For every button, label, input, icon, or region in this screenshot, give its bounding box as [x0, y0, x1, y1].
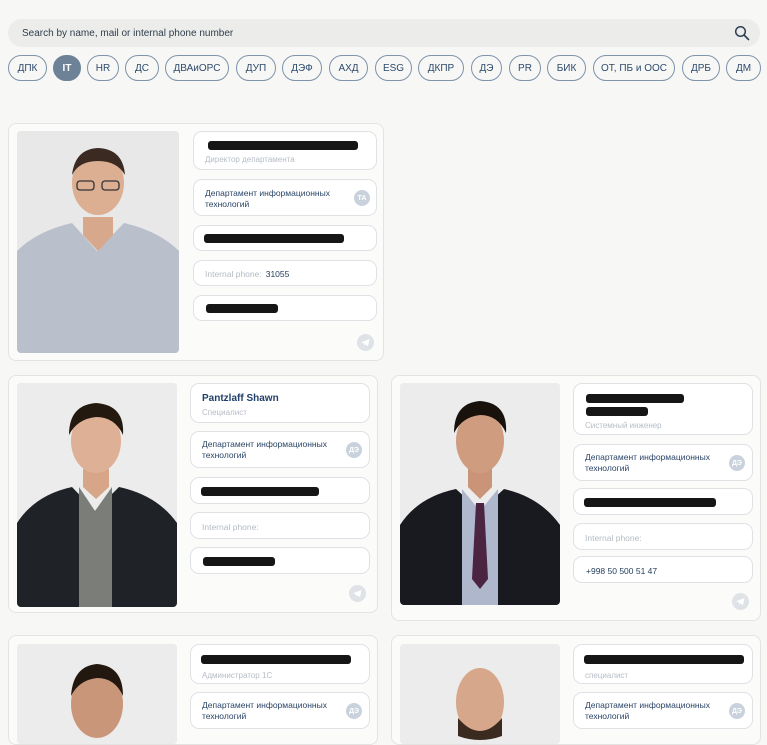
filter-chip-ot-pb-oos[interactable]: ОТ, ПБ и ООС: [593, 55, 675, 81]
email-field[interactable]: [573, 488, 753, 515]
telegram-icon[interactable]: [349, 585, 366, 602]
person-photo-icon: [400, 644, 560, 744]
filter-chip-pr[interactable]: PR: [509, 55, 541, 81]
filter-chip-it[interactable]: IT: [53, 55, 81, 81]
department-filter-bar: ДПК IT HR ДС ДВАиОРС ДУП ДЭФ АХД ESG ДКП…: [8, 55, 764, 82]
department-label: Департамент информационных технологий: [585, 452, 710, 473]
internal-phone-row: Internal phone: 31055: [205, 269, 289, 279]
employee-card: Pantzlaff Shawn Специалист Департамент и…: [8, 375, 378, 613]
department-badge: ДЭ: [729, 703, 745, 719]
filter-chip-esg[interactable]: ESG: [375, 55, 412, 81]
name-field: Администратор 1С: [190, 644, 370, 684]
position-label: Администратор 1С: [202, 671, 273, 680]
redacted-email: [584, 498, 716, 507]
filter-chip-drb[interactable]: ДРБ: [682, 55, 720, 81]
department-field: Департамент информационных технологий ДЭ: [573, 444, 753, 481]
redacted-email: [201, 487, 319, 496]
search-icon[interactable]: [734, 25, 750, 41]
name-field: специалист: [573, 644, 753, 684]
telegram-icon[interactable]: [357, 334, 374, 351]
filter-chip-de[interactable]: ДЭ: [471, 55, 502, 81]
department-badge: ТА: [354, 190, 370, 206]
internal-phone-field: Internal phone: 31055: [193, 260, 377, 286]
internal-phone-row: Internal phone:: [585, 533, 646, 543]
telegram-icon[interactable]: [732, 593, 749, 610]
employee-card: Директор департамента Департамент информ…: [8, 123, 384, 361]
department-label: Департамент информационных технологий: [202, 439, 327, 460]
redacted-mobile: [203, 557, 275, 566]
department-badge: ДЭ: [346, 703, 362, 719]
redacted-name-line2: [586, 407, 648, 416]
filter-chip-dpk[interactable]: ДПК: [8, 55, 47, 81]
employee-photo: [400, 383, 560, 605]
filter-chip-ds[interactable]: ДС: [125, 55, 159, 81]
department-label: Департамент информационных технологий: [205, 188, 330, 209]
mobile-phone-field[interactable]: [193, 295, 377, 321]
position-label: Директор департамента: [205, 155, 295, 164]
filter-chip-dm[interactable]: ДМ: [726, 55, 761, 81]
employee-photo: [17, 383, 177, 607]
internal-phone-label: Internal phone:: [585, 533, 642, 543]
mobile-phone-field[interactable]: [190, 547, 370, 574]
employee-card: специалист Департамент информационных те…: [391, 635, 761, 745]
name-field: Директор департамента: [193, 131, 377, 170]
search-bar[interactable]: [8, 19, 760, 47]
internal-phone-value: 31055: [265, 269, 290, 279]
filter-chip-dup[interactable]: ДУП: [236, 55, 276, 81]
employee-photo: [400, 644, 560, 744]
person-photo-icon: [17, 383, 177, 607]
email-field[interactable]: [190, 477, 370, 504]
redacted-email: [204, 234, 344, 243]
department-field: Департамент информационных технологий ДЭ: [190, 431, 370, 468]
filter-chip-dvaiors[interactable]: ДВАиОРС: [165, 55, 229, 81]
email-field[interactable]: [193, 225, 377, 251]
filter-chip-hr[interactable]: HR: [87, 55, 119, 81]
department-badge: ДЭ: [729, 455, 745, 471]
redacted-name: [201, 655, 351, 664]
filter-chip-def[interactable]: ДЭФ: [282, 55, 322, 81]
internal-phone-row: Internal phone:: [202, 522, 263, 532]
internal-phone-label: Internal phone:: [205, 269, 262, 279]
employee-card: Системный инженер Департамент информацио…: [391, 375, 761, 621]
name-field: Системный инженер: [573, 383, 753, 435]
filter-chip-dkpr[interactable]: ДКПР: [418, 55, 464, 81]
mobile-phone-field[interactable]: +998 50 500 51 47: [573, 556, 753, 583]
filter-chip-ahd[interactable]: АХД: [329, 55, 368, 81]
department-field: Департамент информационных технологий ДЭ: [573, 692, 753, 729]
department-label: Департамент информационных технологий: [202, 700, 327, 721]
redacted-name: [586, 394, 684, 403]
search-input[interactable]: [8, 19, 760, 47]
department-badge: ДЭ: [346, 442, 362, 458]
department-label: Департамент информационных технологий: [585, 700, 710, 721]
employee-photo: [17, 644, 177, 744]
employee-name: Pantzlaff Shawn: [202, 393, 279, 404]
person-photo-icon: [17, 131, 179, 353]
employee-card: Администратор 1С Департамент информацион…: [8, 635, 378, 745]
mobile-phone-value: +998 50 500 51 47: [586, 566, 658, 576]
internal-phone-field: Internal phone:: [190, 512, 370, 539]
position-label: Системный инженер: [585, 421, 662, 430]
position-label: специалист: [585, 671, 629, 680]
internal-phone-field: Internal phone:: [573, 523, 753, 550]
redacted-name: [584, 655, 744, 664]
redacted-mobile: [206, 304, 278, 313]
person-photo-icon: [17, 644, 177, 744]
filter-chip-bik[interactable]: БИК: [547, 55, 586, 81]
person-photo-icon: [400, 383, 560, 605]
position-label: Специалист: [202, 408, 247, 417]
employee-photo: [17, 131, 179, 353]
redacted-name: [208, 141, 358, 150]
department-field: Департамент информационных технологий ДЭ: [190, 692, 370, 729]
name-field: Pantzlaff Shawn Специалист: [190, 383, 370, 423]
internal-phone-label: Internal phone:: [202, 522, 259, 532]
department-field: Департамент информационных технологий ТА: [193, 179, 377, 216]
